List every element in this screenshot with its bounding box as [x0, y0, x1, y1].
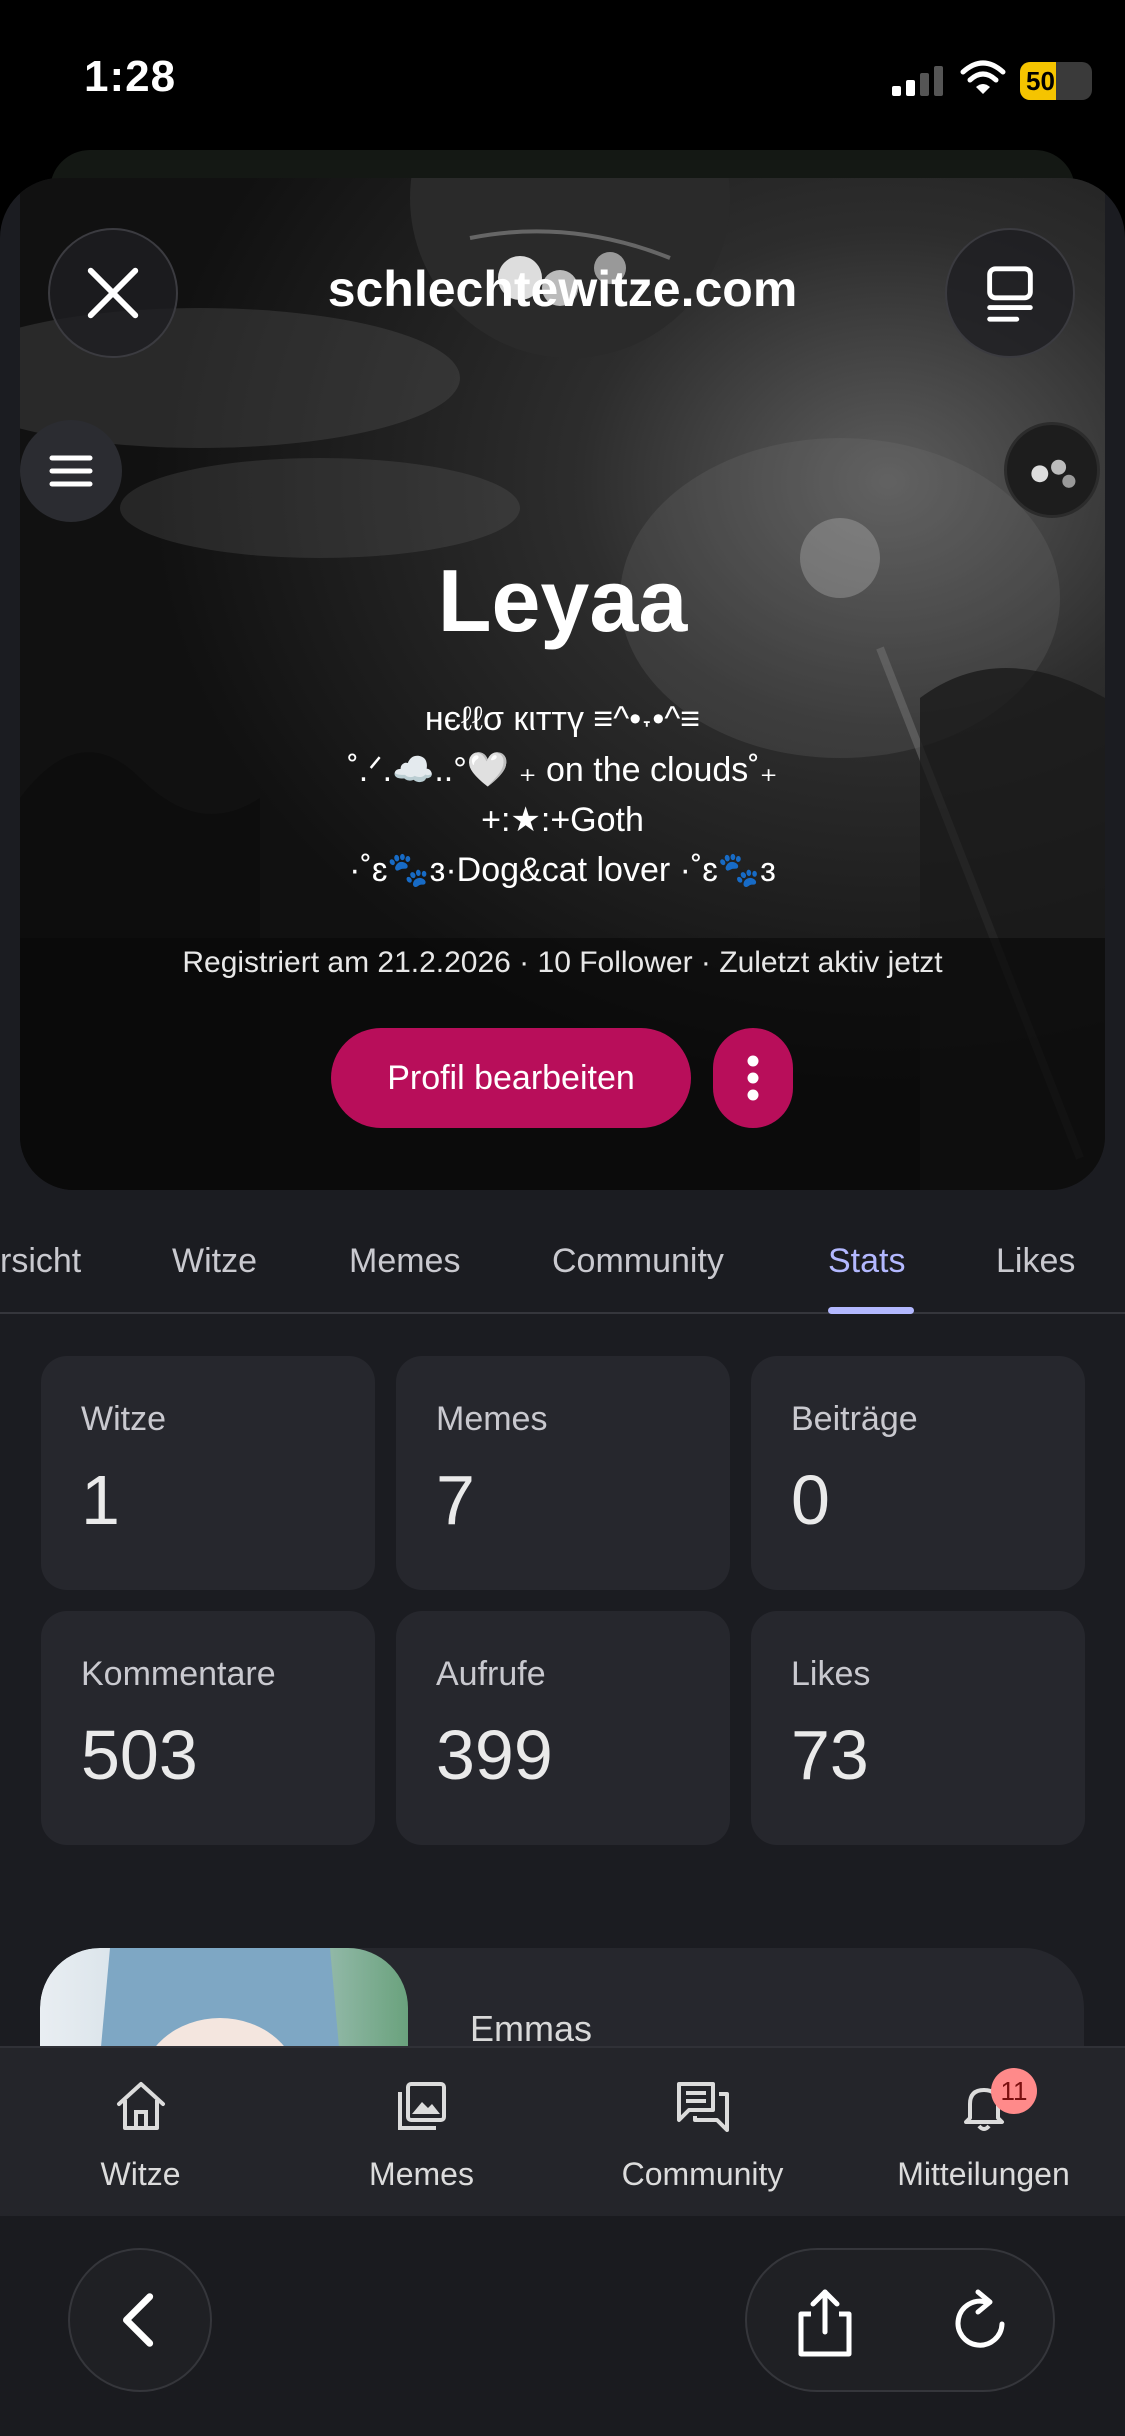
stat-card-beitraege: Beiträge 0	[751, 1356, 1085, 1590]
tab-witze[interactable]: Witze	[172, 1242, 257, 1281]
flower-icon	[1031, 459, 1076, 488]
profile-bio-line: ˚.ᐟ.☁️..°🤍 ₊ on the clouds˚₊	[347, 751, 778, 789]
stat-label: Likes	[791, 1655, 871, 1693]
stat-label: Witze	[81, 1400, 166, 1438]
stat-value: 399	[436, 1716, 553, 1794]
more-options-button[interactable]	[713, 1028, 793, 1128]
stat-value: 7	[436, 1461, 475, 1539]
back-button[interactable]	[68, 2248, 212, 2392]
status-bar: 1:28 50	[0, 0, 1125, 150]
stat-label: Aufrufe	[436, 1655, 546, 1693]
profile-tabs: rsicht Witze Memes Community Stats Likes	[0, 1190, 1125, 1314]
nav-item-community[interactable]: Community	[562, 2048, 843, 2218]
tab-community[interactable]: Community	[552, 1242, 724, 1281]
tabs-icon	[987, 266, 1033, 322]
nav-label: Memes	[369, 2156, 474, 2192]
stat-label: Memes	[436, 1400, 548, 1438]
profile-bio-line: нєℓℓσ кιттү ≡^•˕•^≡	[424, 700, 701, 738]
stat-value: 1	[81, 1461, 120, 1539]
browser-sheet: schlechtewitze.com Leyaa нєℓℓσ кιттү ≡^•…	[0, 178, 1125, 2436]
tab-memes[interactable]: Memes	[349, 1242, 460, 1281]
close-icon	[87, 267, 139, 319]
nav-label: Witze	[100, 2156, 181, 2192]
stat-label: Kommentare	[81, 1655, 276, 1693]
battery-icon: 50	[1020, 62, 1092, 100]
stat-value: 503	[81, 1716, 198, 1794]
reload-icon	[955, 2289, 1005, 2348]
nav-label: Community	[621, 2156, 784, 2192]
gallery-icon	[398, 2082, 446, 2130]
status-time: 1:28	[84, 52, 177, 101]
cellular-signal-icon	[892, 66, 943, 96]
bottom-navigation: Witze Memes Community 11 Mitteilungen	[0, 2046, 1125, 2216]
stat-value: 0	[791, 1461, 830, 1539]
reload-button[interactable]	[942, 2284, 1018, 2360]
profile-bio-line: ·˚ɛ🐾ɜ·Dog&cat lover ·˚ɛ🐾ɜ	[349, 851, 776, 889]
close-button[interactable]	[48, 228, 178, 358]
stat-card-kommentare: Kommentare 503	[41, 1611, 375, 1845]
stat-card-memes: Memes 7	[396, 1356, 730, 1590]
nav-label: Mitteilungen	[897, 2156, 1070, 2192]
stat-value: 73	[791, 1716, 869, 1794]
notification-badge: 11	[991, 2068, 1037, 2114]
tab-likes[interactable]: Likes	[996, 1242, 1075, 1281]
chevron-left-icon	[122, 2293, 154, 2347]
profile-meta: Registriert am 21.2.2026 · 10 Follower ·…	[182, 946, 943, 979]
stat-card-witze: Witze 1	[41, 1356, 375, 1590]
profile-name: Leyaa	[437, 551, 688, 650]
browser-actions	[745, 2248, 1055, 2392]
tab-stats[interactable]: Stats	[828, 1242, 905, 1281]
active-tab-indicator	[828, 1307, 914, 1314]
more-vertical-icon	[747, 1055, 759, 1101]
stat-label: Beiträge	[791, 1400, 918, 1438]
stat-card-aufrufe: Aufrufe 399	[396, 1611, 730, 1845]
nav-item-mitteilungen[interactable]: 11 Mitteilungen	[843, 2048, 1124, 2218]
hamburger-menu-button[interactable]	[20, 420, 122, 522]
preview-title: Emmas	[470, 2008, 593, 2049]
edit-profile-button[interactable]: Profil bearbeiten	[331, 1028, 691, 1128]
nav-item-memes[interactable]: Memes	[281, 2048, 562, 2218]
battery-percent: 50	[1026, 66, 1055, 96]
browser-toolbar	[0, 2216, 1125, 2436]
hamburger-icon	[49, 455, 93, 487]
chat-icon	[677, 2082, 729, 2132]
share-icon	[798, 2289, 852, 2357]
page-url-title[interactable]: schlechtewitze.com	[190, 260, 935, 318]
wifi-icon	[960, 60, 1006, 94]
nav-item-witze[interactable]: Witze	[0, 2048, 281, 2218]
stat-card-likes: Likes 73	[751, 1611, 1085, 1845]
tab-uebersicht[interactable]: rsicht	[0, 1242, 81, 1281]
profile-bio-line: +:★:+Goth	[481, 801, 644, 839]
home-icon	[117, 2082, 165, 2130]
user-avatar-small[interactable]	[1004, 422, 1100, 518]
tabs-overview-button[interactable]	[945, 228, 1075, 358]
share-button[interactable]	[787, 2284, 863, 2360]
